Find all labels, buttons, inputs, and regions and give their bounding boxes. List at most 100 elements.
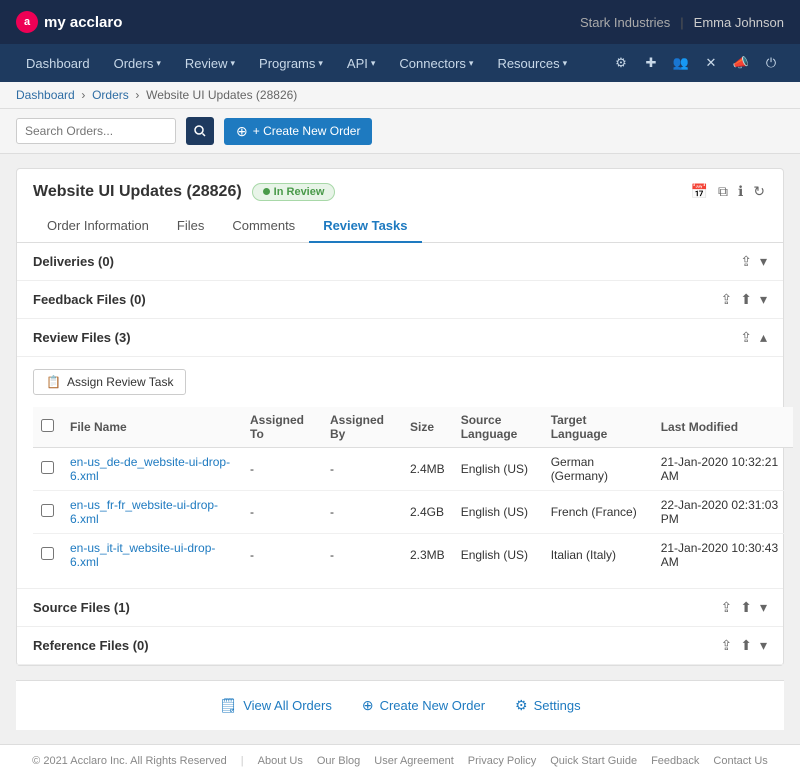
table-row: en-us_de-de_website-ui-drop-6.xml - - 2.… — [33, 448, 793, 491]
nav-orders[interactable]: Orders ▾ — [104, 48, 171, 79]
settings-button[interactable]: ⚙ Settings — [515, 697, 581, 714]
deliveries-section[interactable]: Deliveries (0) ⇪ ▾ — [17, 243, 783, 281]
target-lang-cell: German (Germany) — [543, 448, 653, 491]
search-button[interactable] — [186, 117, 214, 145]
nav-icon-group: ⚙ ✚ 👥 ✕ 📣 ⏻ — [608, 50, 784, 76]
order-card: Website UI Updates (28826) In Review 📅 ⧉… — [16, 168, 784, 666]
share-icon[interactable]: ⇪ — [740, 329, 752, 346]
feedback-files-icons: ⇪ ⬆ ▾ — [721, 291, 768, 308]
assigned-to-cell: - — [242, 534, 322, 577]
file-link[interactable]: en-us_de-de_website-ui-drop-6.xml — [70, 455, 230, 483]
breadcrumb-dashboard[interactable]: Dashboard — [16, 88, 75, 102]
order-title-group: Website UI Updates (28826) In Review — [33, 183, 335, 201]
row-checkbox[interactable] — [41, 547, 54, 560]
upload-icon[interactable]: ⬆ — [740, 637, 752, 654]
nav-items: Dashboard Orders ▾ Review ▾ Programs ▾ A… — [16, 48, 577, 79]
add-icon[interactable]: ✚ — [638, 50, 664, 76]
upload-icon[interactable]: ⬆ — [740, 291, 752, 308]
orders-list-icon: 🗒 — [219, 697, 237, 714]
nav-resources[interactable]: Resources ▾ — [487, 48, 577, 79]
tab-order-information[interactable]: Order Information — [33, 210, 163, 243]
share-icon[interactable]: ⇪ — [721, 599, 733, 616]
footer-about[interactable]: About Us — [258, 755, 303, 767]
col-assigned-to: Assigned To — [242, 407, 322, 448]
source-lang-cell: English (US) — [453, 534, 543, 577]
share-icon[interactable]: ⇪ — [721, 637, 733, 654]
col-target-language: Target Language — [543, 407, 653, 448]
footer-user-agreement[interactable]: User Agreement — [374, 755, 453, 767]
size-cell: 2.4GB — [402, 491, 453, 534]
main-nav: Dashboard Orders ▾ Review ▾ Programs ▾ A… — [0, 44, 800, 82]
row-checkbox[interactable] — [41, 504, 54, 517]
status-label: In Review — [274, 186, 325, 198]
share-icon[interactable]: ⇪ — [740, 253, 752, 270]
review-files-content: 📋 Assign Review Task File Name Assigned … — [17, 357, 783, 589]
col-size: Size — [402, 407, 453, 448]
review-files-section-header[interactable]: Review Files (3) ⇪ ▴ — [17, 319, 783, 357]
search-icon — [194, 125, 206, 137]
source-lang-cell: English (US) — [453, 491, 543, 534]
close-icon[interactable]: ✕ — [698, 50, 724, 76]
assigned-by-cell: - — [322, 534, 402, 577]
assigned-by-cell: - — [322, 491, 402, 534]
settings-label: Settings — [534, 698, 581, 713]
status-badge: In Review — [252, 183, 336, 201]
chevron-down-icon[interactable]: ▾ — [760, 599, 767, 616]
assigned-by-cell: - — [322, 448, 402, 491]
footer-blog[interactable]: Our Blog — [317, 755, 360, 767]
footer-copyright: © 2021 Acclaro Inc. All Rights Reserved — [32, 755, 227, 767]
select-all-checkbox[interactable] — [41, 419, 54, 432]
chevron-down-icon: ▾ — [156, 58, 161, 69]
upload-icon[interactable]: ⬆ — [740, 599, 752, 616]
breadcrumb-orders[interactable]: Orders — [92, 88, 129, 102]
search-input[interactable] — [16, 118, 176, 144]
file-link[interactable]: en-us_it-it_website-ui-drop-6.xml — [70, 541, 215, 569]
app-logo: a my acclaro — [16, 11, 122, 33]
view-all-orders-button[interactable]: 🗒 View All Orders — [219, 697, 331, 714]
power-icon[interactable]: ⏻ — [758, 50, 784, 76]
nav-review[interactable]: Review ▾ — [175, 48, 245, 79]
calendar-icon[interactable]: 📅 — [689, 181, 710, 202]
chevron-down-icon[interactable]: ▾ — [760, 253, 767, 270]
footer-feedback[interactable]: Feedback — [651, 755, 699, 767]
bottom-actions: 🗒 View All Orders ⊕ Create New Order ⚙ S… — [16, 680, 784, 730]
footer-privacy[interactable]: Privacy Policy — [468, 755, 536, 767]
chevron-down-icon[interactable]: ▾ — [760, 637, 767, 654]
chevron-down-icon[interactable]: ▾ — [760, 291, 767, 308]
footer-quickstart[interactable]: Quick Start Guide — [550, 755, 637, 767]
tab-files[interactable]: Files — [163, 210, 218, 243]
company-name: Stark Industries — [580, 15, 670, 30]
tab-comments[interactable]: Comments — [218, 210, 309, 243]
create-order-button[interactable]: ⊕ + Create New Order — [224, 118, 372, 145]
users-icon[interactable]: 👥 — [668, 50, 694, 76]
reference-files-label: Reference Files (0) — [33, 638, 149, 653]
share-icon[interactable]: ⇪ — [721, 291, 733, 308]
feedback-files-section[interactable]: Feedback Files (0) ⇪ ⬆ ▾ — [17, 281, 783, 319]
order-header-icons: 📅 ⧉ ℹ ↻ — [689, 181, 768, 202]
main-content: Website UI Updates (28826) In Review 📅 ⧉… — [0, 154, 800, 744]
nav-connectors[interactable]: Connectors ▾ — [389, 48, 483, 79]
source-lang-cell: English (US) — [453, 448, 543, 491]
nav-programs[interactable]: Programs ▾ — [249, 48, 333, 79]
bottom-create-order-button[interactable]: ⊕ Create New Order — [362, 697, 485, 714]
source-files-icons: ⇪ ⬆ ▾ — [721, 599, 768, 616]
nav-api[interactable]: API ▾ — [337, 48, 386, 79]
file-link[interactable]: en-us_fr-fr_website-ui-drop-6.xml — [70, 498, 218, 526]
megaphone-icon[interactable]: 📣 — [728, 50, 754, 76]
assign-review-task-button[interactable]: 📋 Assign Review Task — [33, 369, 186, 395]
size-cell: 2.4MB — [402, 448, 453, 491]
settings-icon[interactable]: ⚙ — [608, 50, 634, 76]
chevron-up-icon[interactable]: ▴ — [760, 329, 767, 346]
copy-icon[interactable]: ⧉ — [716, 181, 730, 202]
refresh-icon[interactable]: ↻ — [751, 181, 767, 202]
last-modified-cell: 22-Jan-2020 02:31:03 PM — [653, 491, 793, 534]
last-modified-cell: 21-Jan-2020 10:32:21 AM — [653, 448, 793, 491]
row-checkbox[interactable] — [41, 461, 54, 474]
nav-dashboard[interactable]: Dashboard — [16, 48, 100, 79]
source-files-section[interactable]: Source Files (1) ⇪ ⬆ ▾ — [17, 589, 783, 627]
reference-files-section[interactable]: Reference Files (0) ⇪ ⬆ ▾ — [17, 627, 783, 665]
footer-contact[interactable]: Contact Us — [713, 755, 767, 767]
tab-review-tasks[interactable]: Review Tasks — [309, 210, 421, 243]
size-cell: 2.3MB — [402, 534, 453, 577]
info-icon[interactable]: ℹ — [736, 181, 745, 202]
